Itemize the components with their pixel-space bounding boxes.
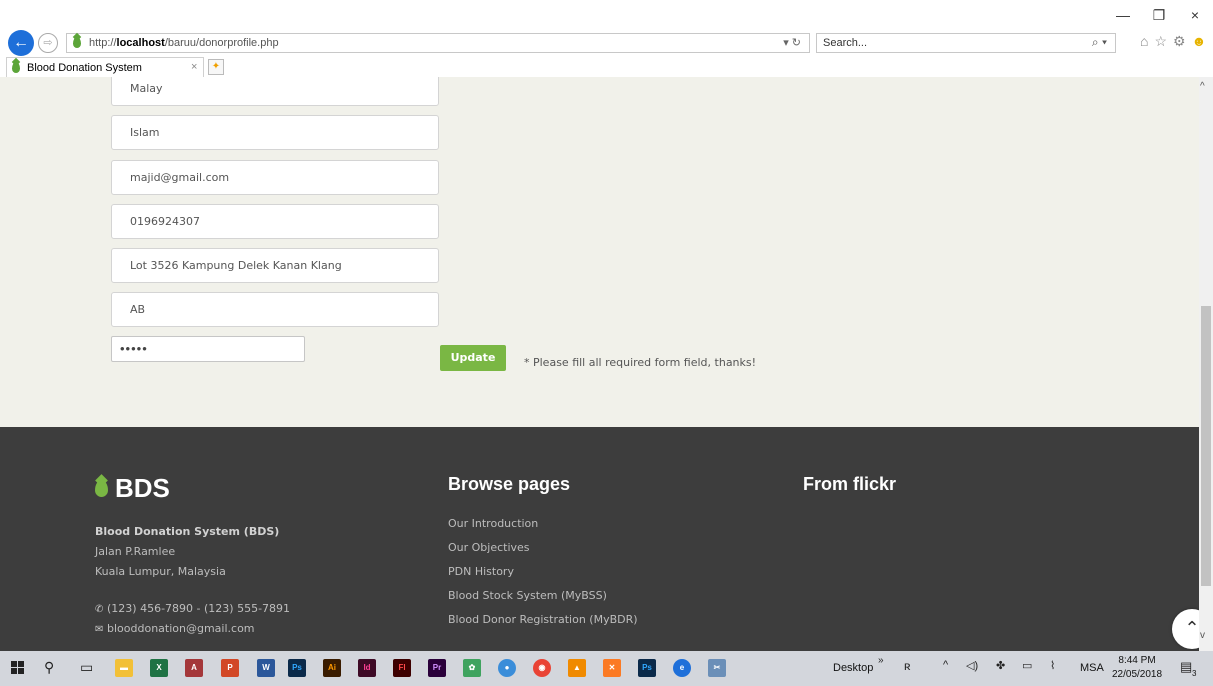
required-fields-note: * Please fill all required form field, t…: [524, 356, 757, 369]
footer-logo[interactable]: BDS: [95, 473, 170, 504]
action-center-icon[interactable]: ▤: [1180, 659, 1192, 675]
link-our-introduction[interactable]: Our Introduction: [448, 517, 538, 530]
address-line-2: Kuala Lumpur, Malaysia: [95, 565, 226, 578]
input-language-indicator[interactable]: MSA: [1080, 662, 1104, 674]
refresh-icon[interactable]: ▾ ↻: [783, 36, 801, 49]
back-button[interactable]: ←: [8, 30, 34, 56]
blood-drop-favicon-icon: [73, 37, 81, 51]
link-pdn-history[interactable]: PDN History: [448, 565, 514, 578]
close-window-button[interactable]: ×: [1177, 6, 1213, 24]
tab-close-icon[interactable]: ×: [191, 61, 197, 73]
email-field[interactable]: majid@gmail.com: [111, 160, 439, 195]
tab-title: Blood Donation System: [27, 62, 142, 74]
home-icon[interactable]: ⌂: [1140, 33, 1148, 50]
dropbox-icon[interactable]: ✤: [996, 659, 1005, 672]
browser-chrome: — ❐ × ← ⇨ http://localhost/baruu/donorpr…: [0, 0, 1213, 80]
link-our-objectives[interactable]: Our Objectives: [448, 541, 530, 554]
clock-time: 8:44 PM: [1118, 655, 1156, 666]
address-url: http://localhost/baruu/donorprofile.php: [89, 37, 279, 49]
page-viewport: Malay Islam majid@gmail.com 0196924307 L…: [0, 77, 1199, 651]
snipping-tool-icon[interactable]: ✂: [708, 659, 726, 677]
settings-gear-icon[interactable]: ⚙: [1173, 33, 1186, 50]
task-view-icon[interactable]: ▭: [80, 659, 93, 676]
scroll-down-arrow-icon[interactable]: v: [1200, 630, 1205, 641]
envelope-icon: ✉: [95, 624, 104, 635]
powerpoint-icon[interactable]: P: [221, 659, 239, 677]
browser-toolbar: ⌂ ☆ ⚙ ☻: [1140, 33, 1206, 50]
update-button[interactable]: Update: [440, 345, 506, 371]
address-bar[interactable]: http://localhost/baruu/donorprofile.php …: [66, 33, 810, 53]
start-button[interactable]: [11, 661, 25, 675]
phone-icon: ✆: [95, 604, 104, 615]
chevron-up-icon: ⌃: [1184, 618, 1200, 638]
photoshop-2-icon[interactable]: Ps: [638, 659, 656, 677]
tab-strip: Blood Donation System × ✦: [0, 57, 1213, 77]
photoshop-icon[interactable]: Ps: [288, 659, 306, 677]
link-blood-stock-system[interactable]: Blood Stock System (MyBSS): [448, 589, 607, 602]
messenger-icon[interactable]: ●: [498, 659, 516, 677]
address-line-1: Jalan P.Ramlee: [95, 545, 176, 558]
donor-profile-form: Malay Islam majid@gmail.com 0196924307 L…: [0, 77, 1199, 427]
organization-name: Blood Donation System (BDS): [95, 525, 280, 538]
site-footer: BDS Blood Donation System (BDS) Jalan P.…: [0, 427, 1199, 651]
notification-count-badge: 3: [1192, 669, 1197, 678]
restore-button[interactable]: ❐: [1141, 6, 1177, 24]
religion-field[interactable]: Islam: [111, 115, 439, 150]
search-placeholder: Search...: [823, 37, 868, 49]
desktop-toolbar-label[interactable]: Desktop: [833, 662, 873, 674]
search-box[interactable]: Search... ⌕ ▾: [816, 33, 1116, 53]
contact-phone: ✆ (123) 456-7890 - (123) 555-7891: [95, 602, 291, 615]
password-field[interactable]: •••••: [111, 336, 305, 362]
forward-button[interactable]: ⇨: [38, 33, 58, 53]
logo-text: BDS: [115, 473, 170, 503]
race-field[interactable]: Malay: [111, 77, 439, 106]
paint-icon[interactable]: ✿: [463, 659, 481, 677]
illustrator-icon[interactable]: Ai: [323, 659, 341, 677]
premiere-icon[interactable]: Pr: [428, 659, 446, 677]
vlc-icon[interactable]: ▲: [568, 659, 586, 677]
window-controls: — ❐ ×: [1105, 6, 1213, 24]
word-icon[interactable]: W: [257, 659, 275, 677]
wifi-icon[interactable]: ⌇: [1050, 659, 1055, 672]
show-hidden-icons-chevron-icon[interactable]: ^: [943, 659, 948, 671]
link-blood-donor-registration[interactable]: Blood Donor Registration (MyBDR): [448, 613, 638, 626]
access-icon[interactable]: A: [185, 659, 203, 677]
flash-icon[interactable]: Fl: [393, 659, 411, 677]
system-clock[interactable]: 8:44 PM 22/05/2018: [1112, 654, 1162, 682]
blood-drop-logo-icon: [95, 480, 108, 497]
from-flickr-heading: From flickr: [803, 474, 897, 494]
volume-icon[interactable]: ◁): [966, 659, 978, 672]
chrome-icon[interactable]: ◉: [533, 659, 551, 677]
indesign-icon[interactable]: Id: [358, 659, 376, 677]
back-arrow-icon: ←: [13, 34, 29, 51]
search-taskbar-icon[interactable]: ⚲: [44, 659, 54, 676]
minimize-button[interactable]: —: [1105, 6, 1141, 24]
address-field[interactable]: Lot 3526 Kampung Delek Kanan Klang: [111, 248, 439, 283]
people-icon[interactable]: ʀ: [904, 659, 911, 673]
file-explorer-icon[interactable]: ▬: [115, 659, 133, 677]
browse-pages-heading: Browse pages: [448, 474, 571, 494]
navigation-bar: ← ⇨ http://localhost/baruu/donorprofile.…: [0, 30, 1213, 56]
phone-field[interactable]: 0196924307: [111, 204, 439, 239]
search-icon[interactable]: ⌕ ▾: [1092, 35, 1107, 50]
blood-drop-tab-icon: [12, 62, 20, 76]
toolbar-chevron-icon[interactable]: »: [878, 655, 884, 666]
internet-explorer-icon[interactable]: e: [673, 659, 691, 677]
page-scrollbar[interactable]: ^ v: [1199, 77, 1213, 651]
forward-arrow-icon: ⇨: [43, 37, 53, 49]
favorites-star-icon[interactable]: ☆: [1154, 33, 1167, 50]
clock-date: 22/05/2018: [1112, 669, 1163, 680]
new-tab-button[interactable]: ✦: [208, 59, 224, 75]
feedback-smiley-icon[interactable]: ☻: [1192, 33, 1207, 50]
scroll-up-arrow-icon[interactable]: ^: [1200, 81, 1205, 92]
blood-type-field[interactable]: AB: [111, 292, 439, 327]
windows-taskbar: ⚲ ▭ ▬ X A P W Ps Ai Id Fl Pr ✿ ● ◉ ▲ ✕ P…: [0, 651, 1213, 686]
tab-blood-donation-system[interactable]: Blood Donation System ×: [6, 57, 204, 77]
scrollbar-thumb[interactable]: [1201, 306, 1211, 586]
excel-icon[interactable]: X: [150, 659, 168, 677]
new-tab-icon: ✦: [211, 61, 221, 72]
battery-icon[interactable]: ▭: [1022, 659, 1032, 672]
xampp-icon[interactable]: ✕: [603, 659, 621, 677]
contact-email: ✉ blooddonation@gmail.com: [95, 622, 255, 635]
